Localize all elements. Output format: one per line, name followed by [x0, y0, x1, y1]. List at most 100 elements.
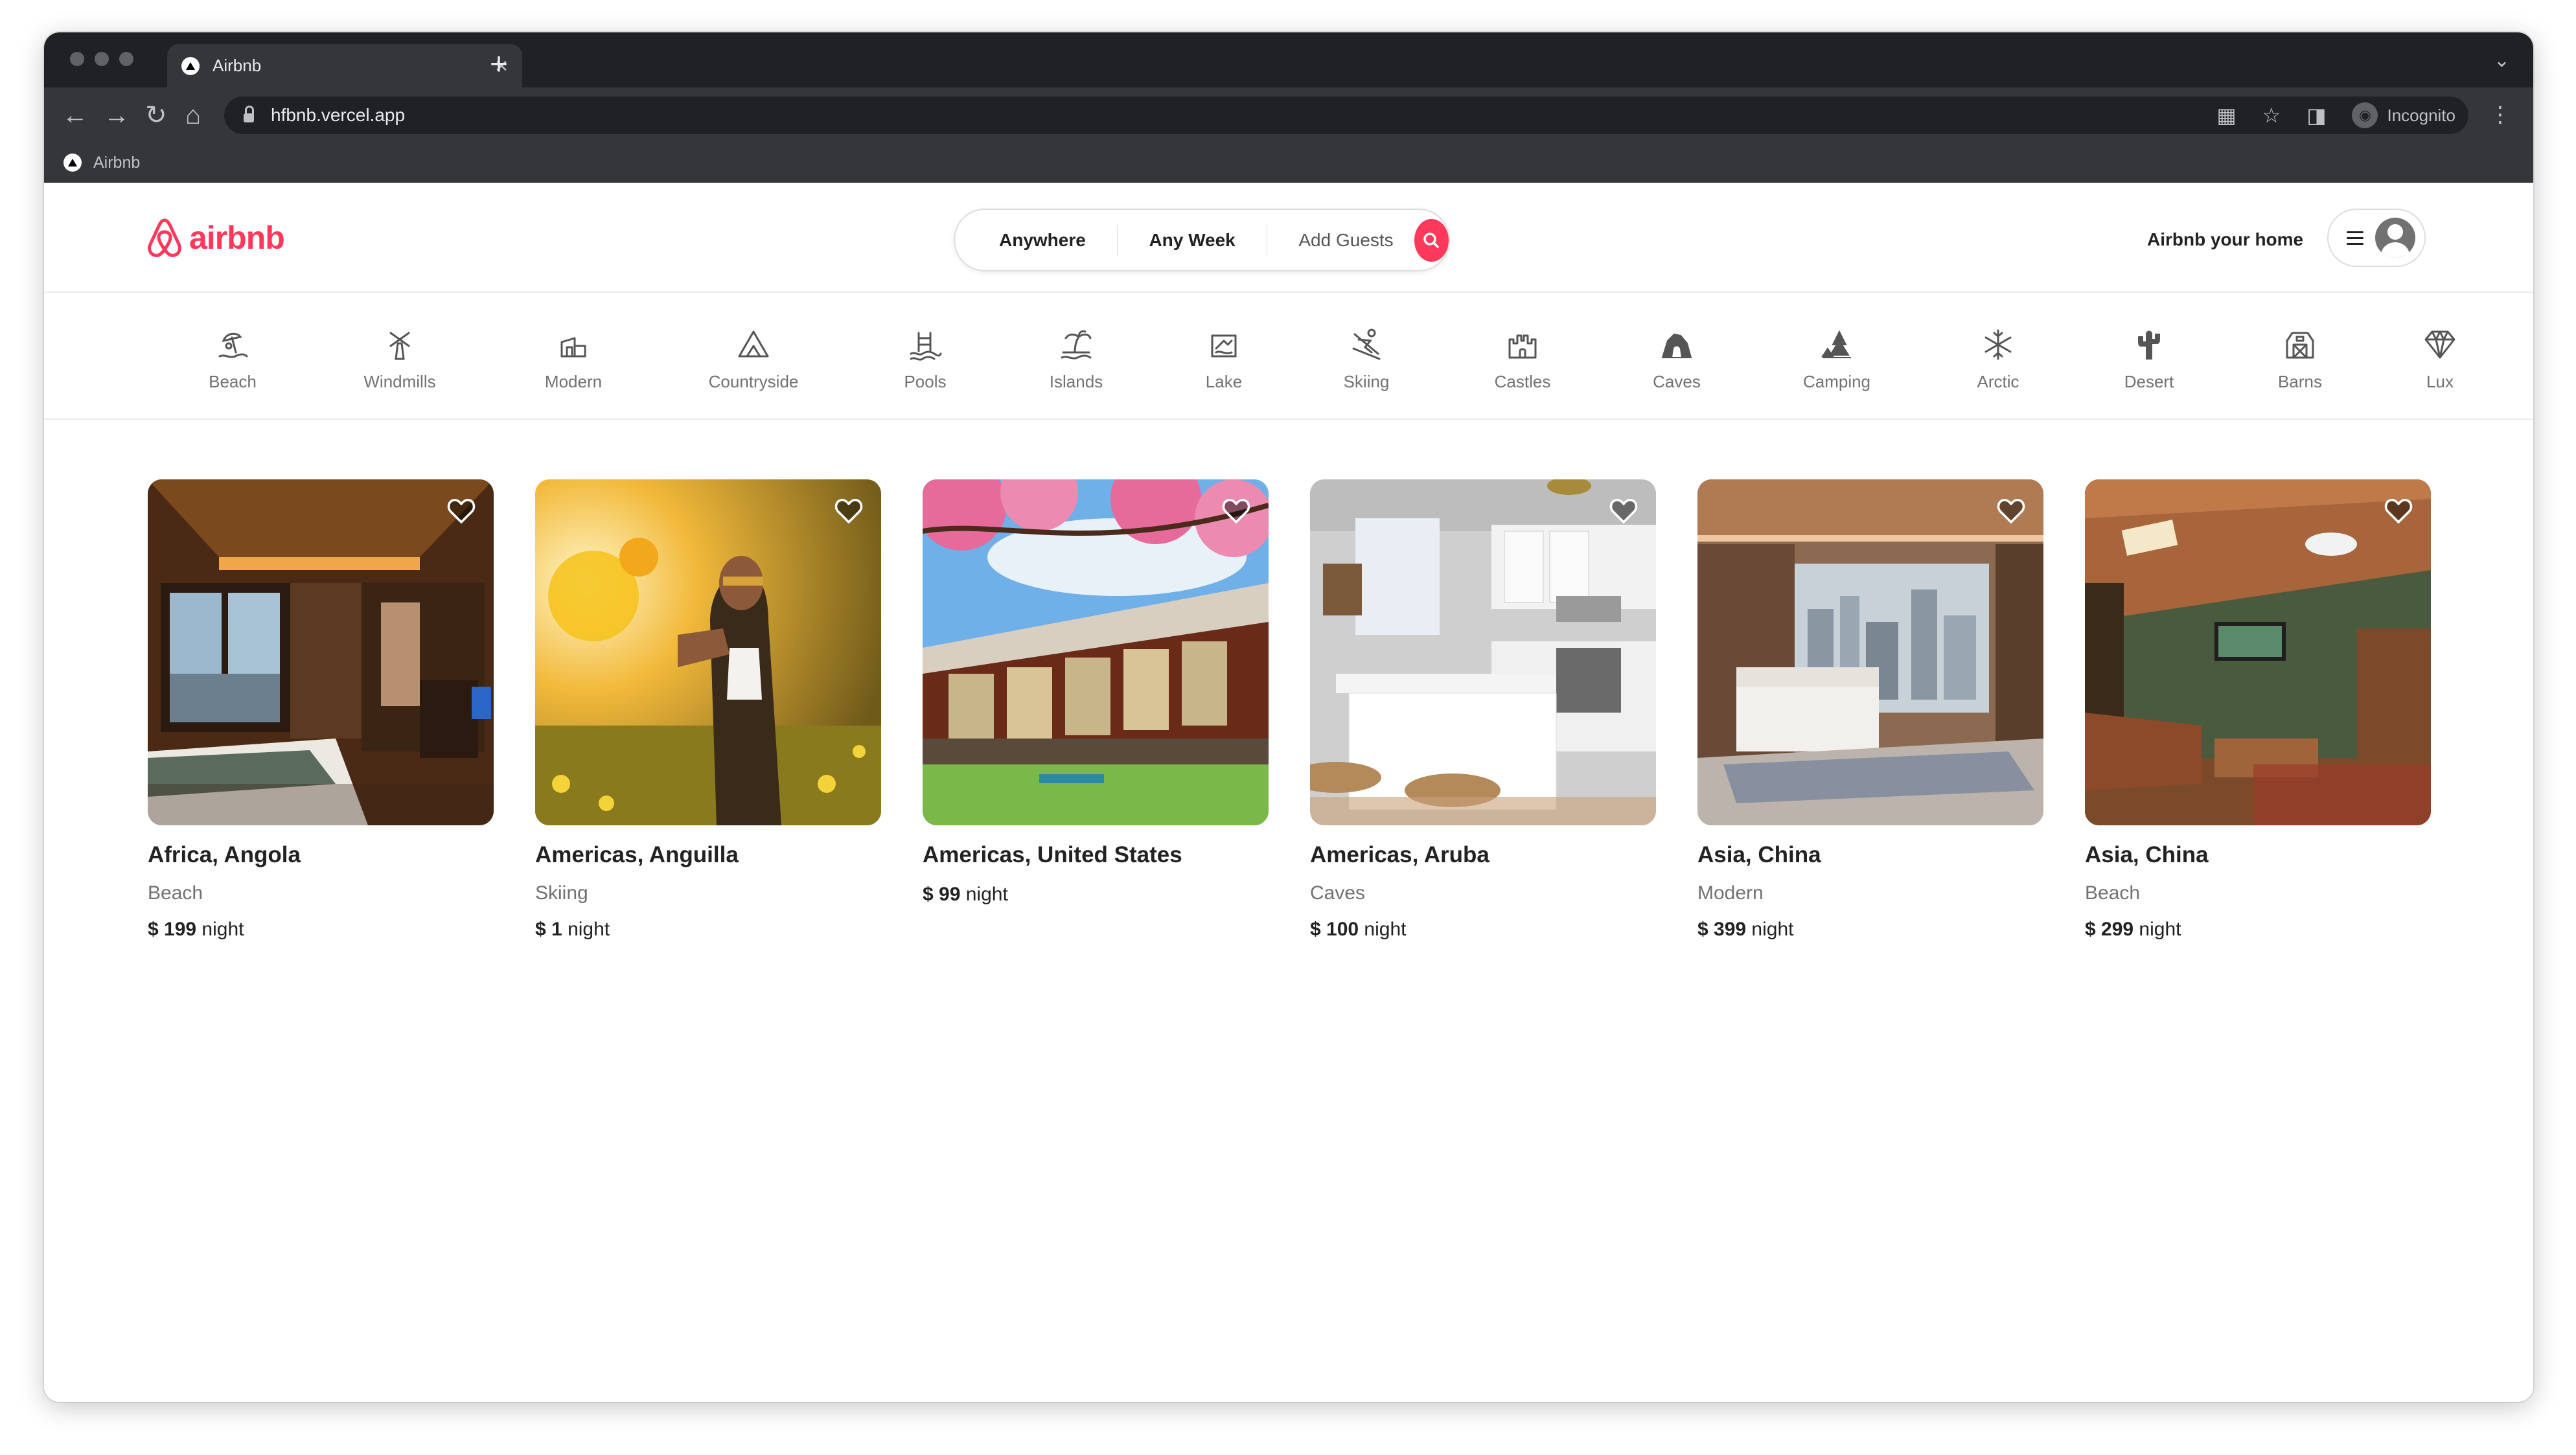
- listing-photo[interactable]: [2085, 479, 2431, 825]
- price-amount: $ 399: [1697, 919, 1747, 940]
- category-caves[interactable]: Caves: [1612, 327, 1742, 392]
- listing-card[interactable]: Asia, China Beach $ 299 night: [2085, 479, 2431, 941]
- category-windmills[interactable]: Windmills: [335, 327, 465, 392]
- incognito-profile[interactable]: ◉ Incognito: [2352, 102, 2455, 128]
- category-beach[interactable]: Beach: [168, 327, 297, 392]
- forward-icon[interactable]: →: [104, 99, 130, 132]
- heart-icon[interactable]: [446, 495, 477, 526]
- airbnb-logo[interactable]: airbnb: [145, 216, 285, 259]
- price-amount: $ 299: [2085, 919, 2134, 940]
- category-label: Skiing: [1343, 372, 1390, 391]
- listing-location: Americas, United States: [923, 842, 1182, 867]
- category-skiing[interactable]: Skiing: [1302, 327, 1431, 392]
- category-camping[interactable]: Camping: [1772, 327, 1902, 392]
- listing-location: Africa, Angola: [148, 842, 301, 867]
- category-label: Castles: [1494, 372, 1551, 391]
- category-lux[interactable]: Lux: [2375, 327, 2505, 392]
- heart-icon[interactable]: [2383, 495, 2414, 526]
- city-bedroom-photo: [1697, 479, 2043, 825]
- reload-icon[interactable]: ↻: [145, 99, 167, 132]
- category-label: Countryside: [708, 372, 799, 391]
- listing-card[interactable]: Americas, United States $ 99 night: [923, 479, 1269, 906]
- minimize-window-button[interactable]: [95, 52, 109, 66]
- address-bar[interactable]: hfbnb.vercel.app ▦ ☆ ◨ ◉ Incognito: [224, 97, 2468, 134]
- listing-price: $ 99 night: [923, 884, 1269, 906]
- heart-icon[interactable]: [833, 495, 864, 526]
- category-lake[interactable]: Lake: [1159, 327, 1289, 392]
- bookmarks-bar: Airbnb: [44, 143, 2533, 183]
- category-arctic[interactable]: Arctic: [1933, 327, 2063, 392]
- listing-card[interactable]: Asia, China Modern $ 399 night: [1697, 479, 2043, 941]
- category-label: Lake: [1205, 372, 1243, 391]
- new-tab-button[interactable]: +: [490, 47, 508, 83]
- modern-house-icon: [560, 337, 586, 358]
- bookmark-star-icon[interactable]: ☆: [2262, 103, 2281, 128]
- category-label: Caves: [1653, 372, 1701, 391]
- side-panel-icon[interactable]: ◨: [2306, 103, 2326, 128]
- browser-window: Airbnb × + ⌄ ← → ↻ ⌂ hfbnb.vercel.app ▦ …: [44, 32, 2533, 1402]
- price-unit: night: [1751, 919, 1794, 940]
- search-add-guests[interactable]: Add Guests: [1267, 230, 1409, 251]
- listing-photo[interactable]: [1310, 479, 1656, 825]
- listing-photo[interactable]: [1697, 479, 2043, 825]
- flower-field-photo: [535, 479, 881, 825]
- search-button[interactable]: [1414, 218, 1449, 262]
- category-label: Windmills: [363, 372, 436, 391]
- island-icon: [1061, 330, 1092, 360]
- category-castles[interactable]: Castles: [1458, 327, 1587, 392]
- category-countryside[interactable]: Countryside: [689, 327, 818, 392]
- listing-photo[interactable]: [148, 479, 494, 825]
- category-pools[interactable]: Pools: [860, 327, 990, 392]
- category-modern[interactable]: Modern: [509, 327, 638, 392]
- blossom-house-photo: [923, 479, 1269, 825]
- heart-icon[interactable]: [1608, 495, 1639, 526]
- host-link[interactable]: Airbnb your home: [2147, 229, 2303, 250]
- browser-tab[interactable]: Airbnb ×: [167, 44, 522, 87]
- mountain-icon: [738, 330, 769, 358]
- price-amount: $ 1: [535, 919, 562, 940]
- listing-price: $ 399 night: [1697, 919, 2043, 941]
- bedroom-photo: [148, 479, 494, 825]
- back-icon[interactable]: ←: [62, 99, 88, 132]
- search-bar[interactable]: Anywhere Any Week Add Guests: [954, 209, 1450, 271]
- browser-toolbar: ← → ↻ ⌂ hfbnb.vercel.app ▦ ☆ ◨ ◉ Incogni…: [44, 87, 2533, 143]
- category-label: Beach: [209, 372, 257, 391]
- url-text: hfbnb.vercel.app: [271, 105, 406, 125]
- listing-category: Modern: [1697, 882, 1764, 904]
- category-barns[interactable]: Barns: [2235, 327, 2365, 392]
- tab-search-icon[interactable]: ⌄: [2494, 49, 2510, 72]
- category-label: Lux: [2426, 372, 2454, 391]
- close-window-button[interactable]: [70, 52, 84, 66]
- price-unit: night: [2139, 919, 2181, 940]
- price-unit: night: [1364, 919, 1407, 940]
- listing-card[interactable]: Americas, Aruba Caves $ 100 night: [1310, 479, 1656, 941]
- category-desert[interactable]: Desert: [2084, 327, 2214, 392]
- search-anywhere[interactable]: Anywhere: [968, 230, 1117, 251]
- qr-code-icon[interactable]: ▦: [2216, 103, 2236, 128]
- category-islands[interactable]: Islands: [1011, 327, 1141, 392]
- listing-photo[interactable]: [923, 479, 1269, 825]
- listing-card[interactable]: Africa, Angola Beach $ 199 night: [148, 479, 494, 941]
- heart-icon[interactable]: [1995, 495, 2027, 526]
- category-bar: Beach Windmills Modern Countryside Pools…: [44, 293, 2533, 420]
- bookmark-airbnb[interactable]: Airbnb: [93, 154, 140, 172]
- listing-location: Americas, Anguilla: [535, 842, 739, 867]
- user-menu-button[interactable]: [2327, 209, 2426, 267]
- listing-location: Asia, China: [2085, 842, 2209, 867]
- tab-title: Airbnb: [213, 56, 262, 75]
- listing-price: $ 299 night: [2085, 919, 2431, 941]
- home-icon[interactable]: ⌂: [185, 99, 201, 132]
- listing-photo[interactable]: [535, 479, 881, 825]
- browser-tab-bar: Airbnb × + ⌄: [44, 32, 2533, 87]
- price-unit: night: [965, 884, 1008, 905]
- maximize-window-button[interactable]: [119, 52, 133, 66]
- search-any-week[interactable]: Any Week: [1118, 230, 1266, 251]
- price-unit: night: [201, 919, 244, 940]
- heart-icon[interactable]: [1221, 495, 1252, 526]
- price-amount: $ 199: [148, 919, 197, 940]
- camping-icon: [1821, 330, 1851, 358]
- cave-icon: [1661, 333, 1692, 358]
- snowflake-icon: [1984, 329, 2012, 360]
- listing-card[interactable]: Americas, Anguilla Skiing $ 1 night: [535, 479, 881, 941]
- browser-menu-icon[interactable]: ⋮: [2489, 102, 2511, 128]
